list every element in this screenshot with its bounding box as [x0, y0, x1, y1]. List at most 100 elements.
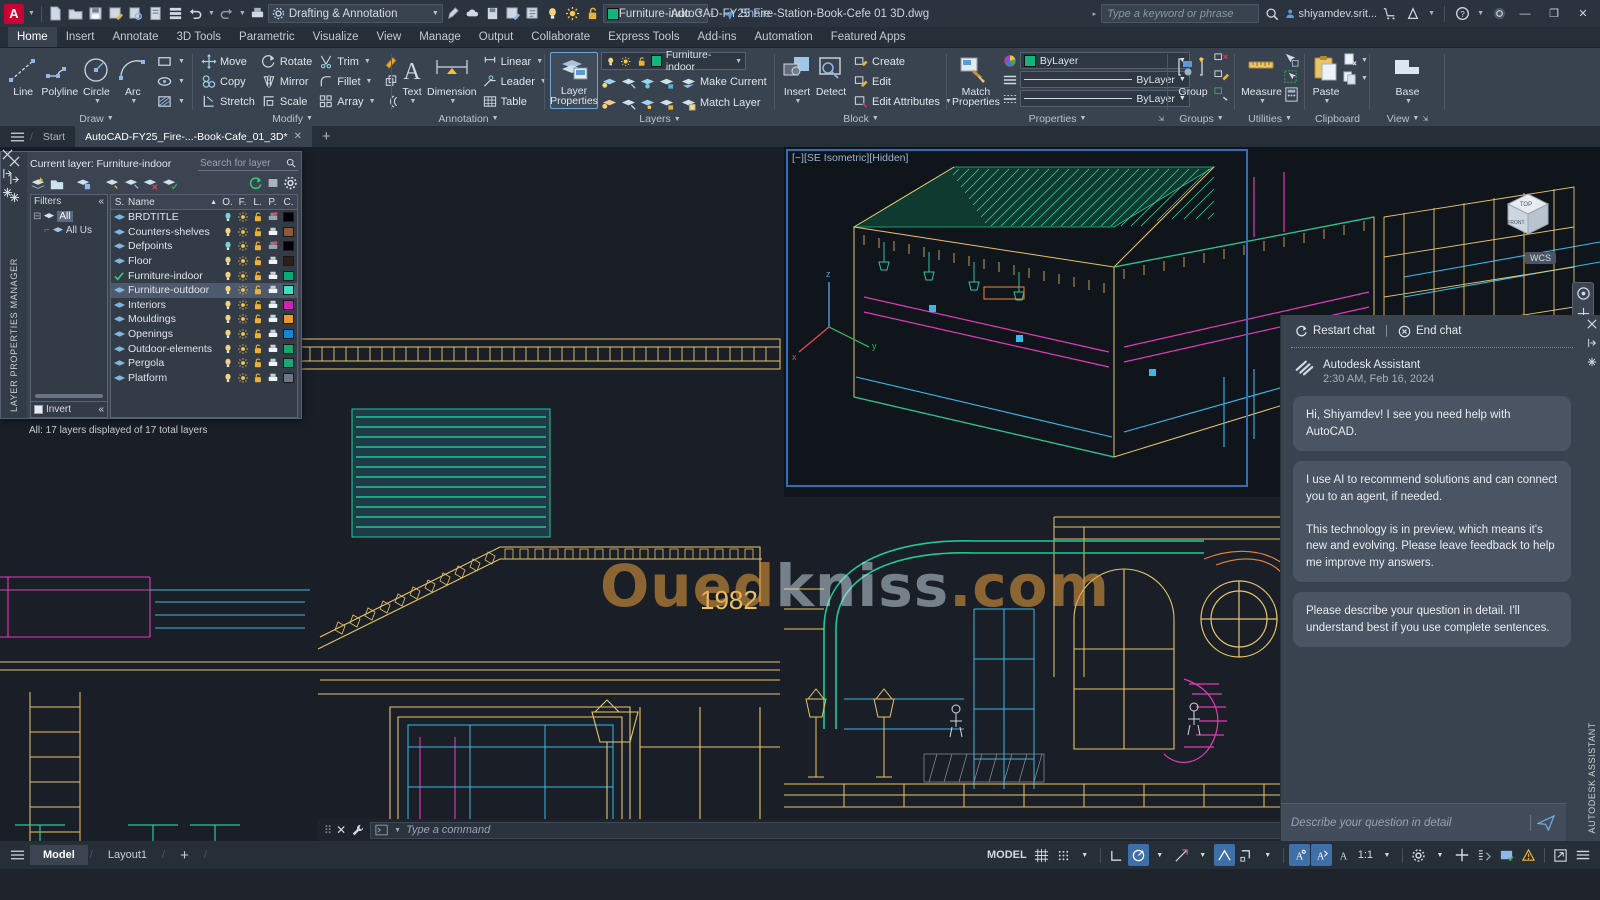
line-button[interactable]: Line [5, 52, 41, 99]
group-edit-icon[interactable] [1213, 69, 1230, 86]
layer-on-all-icon[interactable] [601, 95, 618, 111]
dimension-button[interactable]: Dimension ▼ [427, 52, 477, 107]
layer-lock-toggle[interactable] [250, 372, 265, 384]
new-vp-frozen-icon[interactable] [49, 176, 65, 191]
panel-dialog-launcher[interactable]: ⇲ [1158, 115, 1164, 123]
layer-status[interactable] [111, 270, 128, 282]
panel-title-draw[interactable]: Draw▼ [3, 111, 190, 126]
layer-lock-toggle[interactable] [250, 299, 265, 311]
tab-visualize[interactable]: Visualize [304, 27, 368, 47]
tab-layout1[interactable]: Layout1 [95, 845, 160, 865]
command-close-icon[interactable]: ✕ [336, 823, 346, 837]
layer-states-icon[interactable] [123, 176, 139, 191]
layer-freeze-toggle[interactable] [235, 211, 250, 223]
filters-hscrollbar[interactable] [35, 394, 103, 398]
layer-status[interactable] [111, 357, 128, 369]
help-icon[interactable]: ? [1452, 4, 1472, 24]
remove-layer-icon[interactable] [142, 176, 158, 191]
make-current-button[interactable]: Make Current [677, 72, 770, 91]
layer-color-cell[interactable] [280, 344, 297, 354]
invert-filter-row[interactable]: Invert « [31, 401, 107, 417]
chevron-down-icon[interactable]: ▼ [1361, 75, 1368, 82]
cloud-icon[interactable] [463, 4, 483, 24]
new-icon[interactable] [46, 4, 66, 24]
layer-lock2-icon[interactable] [658, 74, 675, 90]
set-current-icon[interactable] [104, 176, 120, 191]
copy-button[interactable]: Copy [198, 72, 258, 91]
layer-on-toggle[interactable] [220, 270, 235, 282]
layer-name[interactable]: Furniture-outdoor [128, 284, 220, 296]
layer-on-toggle[interactable] [220, 357, 235, 369]
tab-featured-apps[interactable]: Featured Apps [822, 27, 915, 47]
layer-color-cell[interactable] [280, 300, 297, 310]
layer-freeze-toggle[interactable] [235, 226, 250, 238]
layer-name[interactable]: Furniture-indoor [128, 270, 220, 282]
cut-icon[interactable] [1342, 52, 1359, 68]
col-status[interactable]: S. [111, 195, 128, 209]
view-dialog-launcher[interactable]: ⇲ [1422, 115, 1428, 123]
chevron-down-icon[interactable]: ▼ [1405, 98, 1412, 105]
chevron-down-icon[interactable]: ▼ [1361, 57, 1368, 64]
close-icon[interactable] [1587, 319, 1597, 329]
layer-lock-toggle[interactable] [250, 226, 265, 238]
auto-hide-icon[interactable] [1587, 338, 1597, 348]
layer-plot-toggle[interactable] [265, 226, 280, 238]
screen-share-icon[interactable] [1489, 4, 1509, 24]
doc-menu-icon[interactable] [4, 126, 30, 147]
layer-name[interactable]: Pergola [128, 357, 220, 369]
polyline-button[interactable]: Polyline [41, 52, 78, 99]
layer-color-cell[interactable] [280, 285, 297, 295]
layer-search-input[interactable]: Search for layer [198, 156, 298, 171]
layer-freeze-toggle[interactable] [235, 255, 250, 267]
layer-freeze-toggle[interactable] [235, 357, 250, 369]
tab-insert[interactable]: Insert [57, 27, 104, 47]
tab-annotate[interactable]: Annotate [103, 27, 167, 47]
tab-drawing[interactable]: AutoCAD-FY25_Fire-...-Book-Cafe_01_3D* ✕ [75, 126, 312, 147]
layer-color-cell[interactable] [280, 256, 297, 266]
viewcube[interactable]: TOP FRONT [1496, 182, 1560, 246]
add-layout-button[interactable]: + [167, 845, 202, 865]
quick-select-icon[interactable] [1283, 52, 1300, 69]
tab-start[interactable]: Start [33, 126, 75, 147]
polar-dropdown-icon[interactable]: ▼ [1150, 844, 1170, 866]
tab-manage[interactable]: Manage [410, 27, 470, 47]
leader-button[interactable]: Leader ▼ [479, 72, 550, 91]
layer-lock-toggle[interactable] [250, 343, 265, 355]
linear-dim-button[interactable]: Linear ▼ [479, 52, 550, 71]
layer-color-cell[interactable] [280, 329, 297, 339]
layer-row[interactable]: Furniture-indoor [111, 268, 297, 283]
snap-dropdown-icon[interactable]: ▼ [1075, 844, 1095, 866]
wipeout-icon[interactable] [443, 4, 463, 24]
layer-name[interactable]: Platform [128, 372, 220, 384]
panel-title-groups[interactable]: Groups▼ [1171, 111, 1232, 126]
circle-button[interactable]: Circle ▼ [78, 52, 114, 107]
save-icon[interactable] [86, 4, 106, 24]
tab-view[interactable]: View [367, 27, 410, 47]
tab-automation[interactable]: Automation [746, 27, 822, 47]
layer-freeze-toggle[interactable] [235, 299, 250, 311]
layer-plot-toggle[interactable] [265, 357, 280, 369]
layer-on-toggle[interactable] [220, 211, 235, 223]
layer-plot-toggle[interactable] [265, 284, 280, 296]
layer-status[interactable] [111, 226, 128, 238]
layer-plot-toggle[interactable] [265, 299, 280, 311]
chevron-down-icon[interactable]: ▼ [432, 10, 439, 17]
layer-plot-toggle[interactable] [265, 328, 280, 340]
layout-menu-icon[interactable] [6, 849, 28, 861]
chevron-down-icon[interactable]: ▼ [366, 78, 373, 85]
layer-lock-toggle[interactable] [250, 313, 265, 325]
open-icon[interactable] [66, 4, 86, 24]
layer-freeze-toggle[interactable] [235, 270, 250, 282]
layer-freeze-toggle[interactable] [235, 328, 250, 340]
layer-color-cell[interactable] [280, 212, 297, 222]
layer-plot-toggle[interactable] [265, 255, 280, 267]
create-block-button[interactable]: Create [850, 52, 955, 71]
layer-plot-toggle[interactable] [265, 343, 280, 355]
panel-title-layers[interactable]: Layers▼ [548, 112, 772, 126]
drag-handle[interactable]: ⠿ [324, 824, 331, 837]
auto-hide-icon[interactable] [2, 168, 13, 179]
layer-plot-toggle[interactable] [265, 240, 280, 252]
col-lock[interactable]: L. [250, 195, 265, 209]
layer-isolate-icon[interactable] [601, 74, 618, 90]
plot-icon[interactable] [146, 4, 166, 24]
